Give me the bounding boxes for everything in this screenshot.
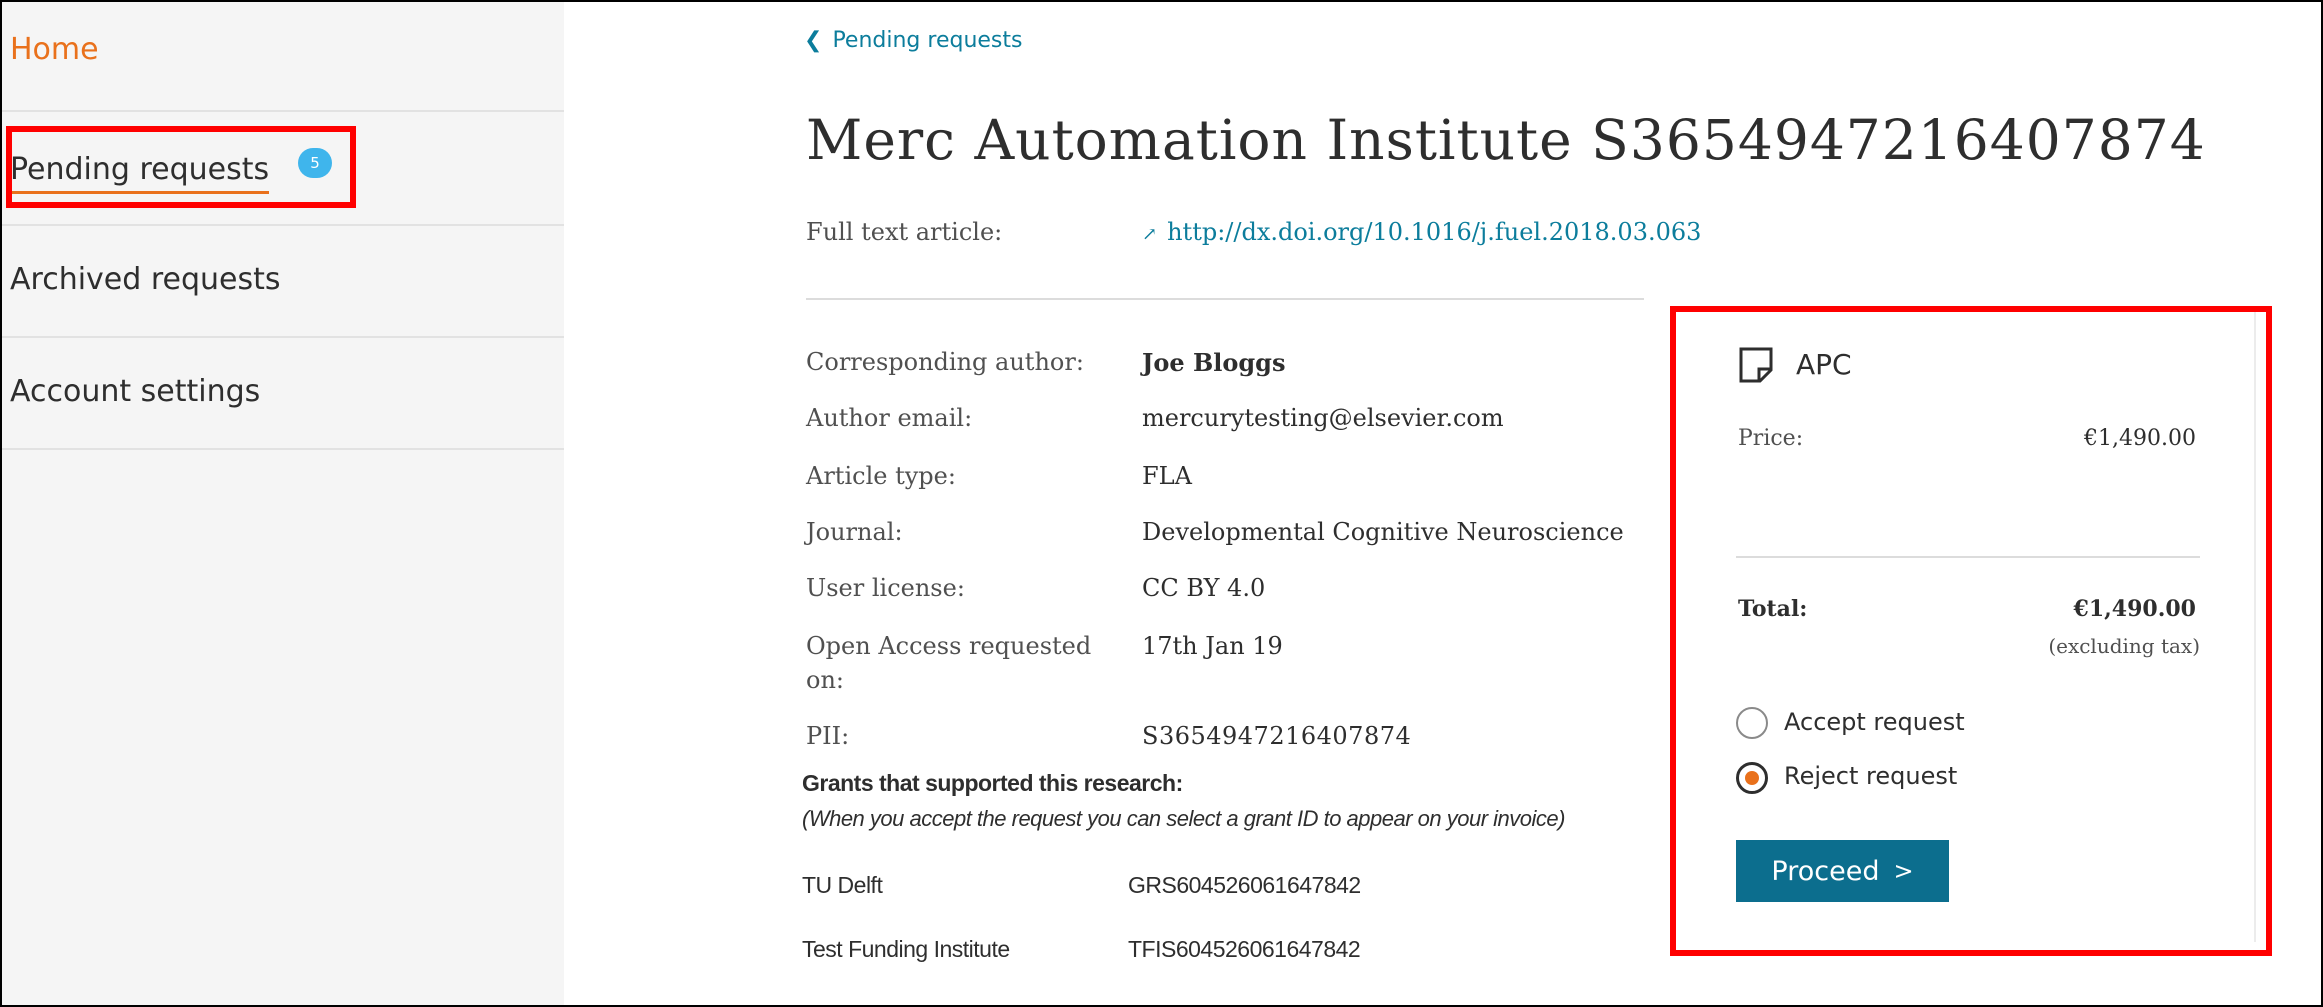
page-title: Merc Automation Institute S3654947216407…	[806, 108, 2206, 172]
proceed-button[interactable]: Proceed >	[1736, 840, 1949, 902]
total-value: €1,490.00	[2073, 596, 2196, 622]
detail-label: Journal:	[806, 518, 903, 546]
panel-border	[2254, 312, 2256, 942]
oa-requested-value: 17th Jan 19	[1142, 632, 1283, 660]
price-value: €1,490.00	[2084, 426, 2196, 451]
external-link-icon: ↗	[1142, 224, 1158, 245]
pending-count-badge: 5	[298, 148, 332, 178]
tax-note: (excluding tax)	[2048, 634, 2200, 658]
full-text-label: Full text article:	[806, 218, 1003, 246]
back-link-pending-requests[interactable]: ❮ Pending requests	[804, 28, 1022, 53]
divider	[806, 298, 1644, 300]
doi-link[interactable]: ↗ http://dx.doi.org/10.1016/j.fuel.2018.0…	[1142, 218, 1701, 246]
total-label: Total:	[1738, 596, 1808, 622]
sidebar-item-account-settings[interactable]: Account settings	[2, 338, 564, 450]
grants-note: (When you accept the request you can sel…	[802, 806, 1565, 831]
grants-title: Grants that supported this research:	[802, 770, 1183, 796]
detail-label: PII:	[806, 722, 850, 750]
reject-request-label[interactable]: Reject request	[1784, 762, 1957, 790]
detail-label: Open Access requested	[806, 632, 1092, 660]
accept-request-label[interactable]: Accept request	[1784, 708, 1965, 736]
author-email-value: mercurytesting@elsevier.com	[1142, 404, 1504, 432]
proceed-button-label: Proceed	[1771, 855, 1880, 887]
chevron-right-icon: >	[1893, 857, 1914, 885]
sidebar-item-label: Archived requests	[10, 262, 281, 297]
price-label: Price:	[1738, 426, 1804, 451]
sidebar-item-label: Pending requests	[10, 152, 270, 194]
back-link-label: Pending requests	[832, 28, 1023, 53]
sidebar-item-archived-requests[interactable]: Archived requests	[2, 226, 564, 338]
sidebar-item-home[interactable]: Home	[2, 2, 564, 112]
reject-request-radio[interactable]	[1736, 762, 1768, 794]
grant-name: TU Delft	[802, 872, 883, 898]
grant-name: Test Funding Institute	[802, 936, 1010, 962]
grant-id: TFIS604526061647842	[1128, 936, 1361, 962]
sidebar-item-label: Home	[10, 32, 99, 67]
detail-label-continued: on:	[806, 666, 844, 694]
article-type-value: FLA	[1142, 462, 1192, 490]
apc-title: APC	[1796, 348, 1852, 381]
detail-label: User license:	[806, 574, 965, 602]
detail-label: Corresponding author:	[806, 348, 1084, 376]
grant-id: GRS604526061647842	[1128, 872, 1361, 898]
sidebar-item-label: Account settings	[10, 374, 261, 409]
detail-label: Article type:	[806, 462, 956, 490]
corresponding-author-value: Joe Bloggs	[1142, 348, 1286, 377]
divider	[1736, 556, 2200, 558]
radio-selected-dot	[1745, 771, 1759, 785]
accept-request-radio[interactable]	[1736, 707, 1768, 739]
user-license-value: CC BY 4.0	[1142, 574, 1266, 602]
detail-label: Author email:	[806, 404, 973, 432]
document-icon	[1739, 347, 1773, 383]
sidebar: Home Pending requests 5 Archived request…	[2, 2, 564, 1005]
doi-link-text: http://dx.doi.org/10.1016/j.fuel.2018.03…	[1167, 218, 1702, 246]
journal-value: Developmental Cognitive Neuroscience	[1142, 518, 1624, 546]
chevron-left-icon: ❮	[804, 28, 823, 53]
pii-value: S3654947216407874	[1142, 722, 1412, 750]
sidebar-item-pending-requests[interactable]: Pending requests 5	[2, 112, 564, 226]
